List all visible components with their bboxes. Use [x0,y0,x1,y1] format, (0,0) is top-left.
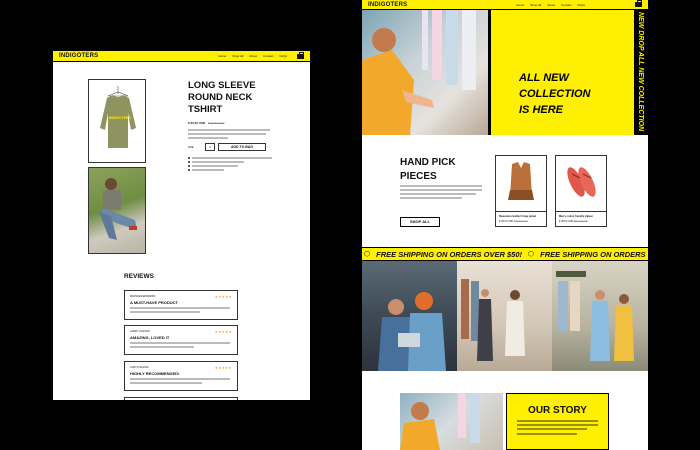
product-title-line-3: TSHIRT [188,104,223,115]
product-description [188,129,270,139]
product-features [188,157,298,173]
shipping-banner: ⬡ FREE SHIPPING ON ORDERS OVER $50! ⬡ FR… [362,247,648,261]
review-author: LORI STIGGINS [130,366,149,369]
product-card-vest[interactable]: Sleeveless leather fringe jacket $ 45.00… [495,155,547,227]
hero-line-3: IS HERE [519,104,564,116]
review-card-4 [124,397,238,400]
rack-shopping-photo [556,271,634,361]
our-story-panel: OUR STORY [506,393,609,450]
shirt-print-text: INDIGOTERS [109,116,131,120]
product-price: $ 45.00 USD [559,220,574,223]
add-to-bag-button[interactable]: ADD TO BAG [218,143,266,151]
product-card-slipper[interactable]: Men's cotton friendly slipper $ 45.00 US… [555,155,607,227]
shop-all-button[interactable]: SHOP ALL [400,217,440,227]
review-headline: A MUST-HAVE PRODUCT [130,300,178,305]
couple-photo [378,292,446,371]
hand-pick-line-1: HAND PICK [400,157,456,168]
nav-shop-all[interactable]: Shop All [530,3,541,7]
product-name: Men's cotton friendly slipper [559,215,593,218]
review-author: FRANCES EDWARDS [130,295,156,298]
hand-pick-section: HAND PICK PIECES SHOP ALL Sleeveless lea… [362,135,648,247]
store-photo-2 [457,261,552,371]
nav-home[interactable]: Home [516,3,524,7]
product-page: INDIGOTERS Home Shop All About Contact F… [53,51,310,400]
product-old-price: $40.00 USD [208,121,225,125]
box-icon: ⬡ [528,251,535,258]
hero-line-2: COLLECTION [519,88,591,100]
hero-line-1: ALL NEW [519,72,569,84]
shipping-banner-text: FREE SHIPPING ON ORDERS OVER $50! [376,249,522,259]
hand-pick-line-2: PIECES [400,171,437,182]
vertical-ticker-text: NEW DROP ALL NEW COLLECTION [637,12,644,132]
review-headline: AMAZING, LOVED IT [130,335,170,340]
cart-icon[interactable] [635,0,642,7]
nav-about[interactable]: About [249,54,257,58]
our-story-title: OUR STORY [528,405,587,416]
product-name: Sleeveless leather fringe jacket [499,215,537,218]
hero-photo [362,10,488,135]
nav-faqs[interactable]: FAQs [577,3,585,7]
product-image-shirt[interactable]: INDIGOTERS [88,79,146,163]
right-navbar: INDIGOTERS Home Shop All About Contact F… [362,0,648,10]
cart-icon[interactable] [297,51,304,59]
vest-image [508,162,534,200]
review-author: LARRY LOGSON [130,330,150,333]
nav-shop-all[interactable]: Shop All [232,54,243,58]
store-interior-photo [461,279,525,361]
brand-logo[interactable]: INDIGOTERS [368,2,407,8]
nav-contact[interactable]: Contact [561,3,571,7]
product-title-line-2: ROUND NECK [188,92,253,103]
shopper-photo [362,10,476,135]
our-story-photo [400,393,503,450]
rating-stars-icon: ★★★★★ [214,330,232,334]
review-card-2: LARRY LOGSON ★★★★★ AMAZING, LOVED IT [124,325,238,355]
our-story-section: OUR STORY [362,371,648,450]
store-photo-3 [552,261,648,371]
product-price: $ 30.00 USD [188,121,206,125]
review-headline: HIGHLY RECOMMENDED! [130,371,180,376]
model-photo [99,178,137,240]
product-old-price: $70.00 USD [514,220,528,223]
shipping-banner-text-2: FREE SHIPPING ON ORDERS OV [540,249,648,259]
review-card-3: LORI STIGGINS ★★★★★ HIGHLY RECOMMENDED! [124,361,238,391]
rating-stars-icon: ★★★★★ [214,366,232,370]
hand-pick-description [400,185,482,201]
slipper-image [567,167,596,197]
store-photo-1 [362,261,457,371]
sweatshirt-illustration [100,86,136,148]
product-image-model[interactable] [88,167,146,254]
product-title-line-1: LONG SLEEVE [188,80,256,91]
nav-home[interactable]: Home [218,54,226,58]
product-details: LONG SLEEVE ROUND NECK TSHIRT $ 30.00 US… [188,80,298,173]
shopper-photo-small [400,393,480,450]
review-card-1: FRANCES EDWARDS ★★★★★ A MUST-HAVE PRODUC… [124,290,238,320]
our-story-text [517,420,598,435]
nav-contact[interactable]: Contact [263,54,273,58]
home-page: INDIGOTERS Home Shop All About Contact F… [362,0,648,450]
product-price: $ 45.00 USD [499,220,514,223]
hero-banner: ALL NEW COLLECTION IS HERE NEW DROP ALL … [488,10,648,135]
product-old-price: $50.00 USD [574,220,588,223]
rating-stars-icon: ★★★★★ [214,295,232,299]
box-icon: ⬡ [364,251,371,258]
quantity-input[interactable]: 1 [205,143,215,151]
vertical-ticker: NEW DROP ALL NEW COLLECTION [634,10,648,135]
nav-about[interactable]: About [547,3,555,7]
brand-logo[interactable]: INDIGOTERS [59,53,98,59]
reviews-title: REVIEWS [124,273,154,280]
nav-faqs[interactable]: FAQs [279,54,287,58]
hero-section: ALL NEW COLLECTION IS HERE NEW DROP ALL … [362,10,648,135]
left-navbar: INDIGOTERS Home Shop All About Contact F… [53,51,310,62]
size-label: SIZE [188,145,194,149]
